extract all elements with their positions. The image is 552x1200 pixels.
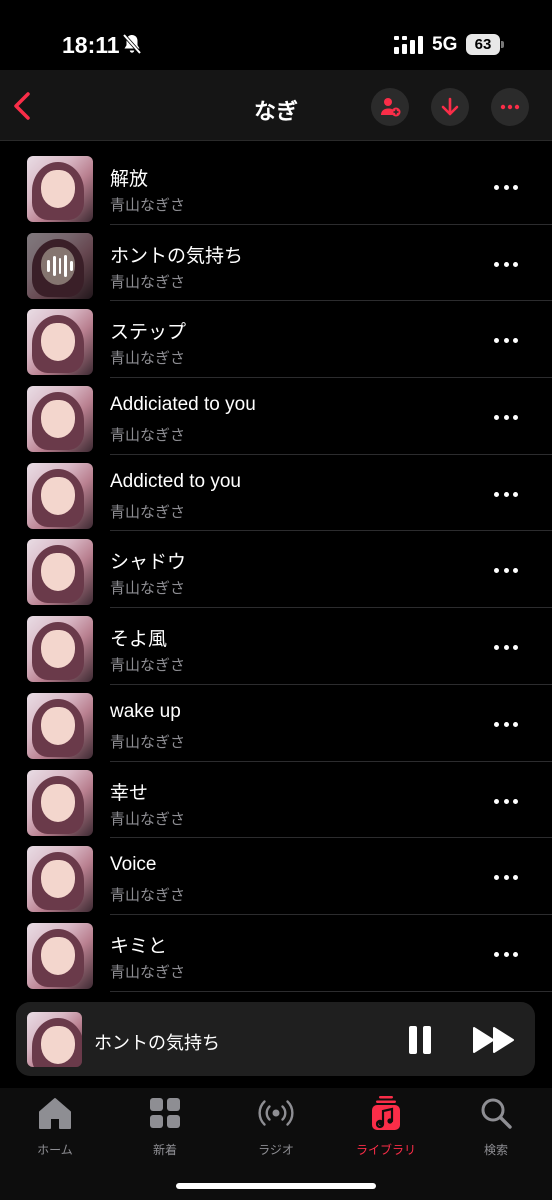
search-icon — [481, 1098, 512, 1129]
battery-icon — [501, 41, 504, 48]
song-artist: 青山なぎさ — [110, 963, 186, 981]
home-icon — [39, 1098, 71, 1129]
song-row[interactable]: wake up 青山なぎさ — [0, 685, 552, 762]
song-artist: 青山なぎさ — [110, 273, 186, 291]
album-artwork — [27, 462, 93, 529]
album-artwork — [27, 386, 93, 453]
song-title: Addicted to you — [110, 470, 241, 492]
tab-home[interactable]: ホーム — [5, 1094, 105, 1158]
song-artist: 青山なぎさ — [110, 887, 186, 905]
song-artist: 青山なぎさ — [110, 733, 186, 751]
song-more-icon[interactable] — [494, 338, 518, 344]
network-type: 5G — [432, 34, 458, 55]
song-title: ホントの気持ち — [110, 245, 244, 267]
tab-library[interactable]: ライブラリ — [336, 1094, 436, 1158]
song-artist: 青山なぎさ — [110, 810, 186, 828]
download-button[interactable] — [431, 88, 469, 126]
add-person-button[interactable] — [371, 88, 409, 126]
song-more-icon[interactable] — [494, 951, 518, 958]
fast-forward-icon[interactable] — [472, 1026, 516, 1054]
song-more-icon[interactable] — [494, 798, 518, 805]
song-artist: 青山なぎさ — [110, 197, 186, 214]
song-row[interactable]: Addiciated to you 青山なぎさ — [0, 378, 552, 455]
song-row[interactable]: Addicted to you 青山なぎさ — [0, 455, 552, 532]
song-more-icon[interactable] — [494, 875, 518, 881]
album-artwork — [27, 692, 93, 759]
library-icon — [372, 1096, 400, 1130]
now-playing-artwork — [27, 1012, 82, 1067]
song-row[interactable]: Voice 青山なぎさ — [0, 838, 552, 915]
song-more-icon[interactable] — [494, 568, 518, 574]
mini-player[interactable]: ホントの気持ち — [16, 1002, 535, 1076]
song-title: 解放 — [110, 169, 149, 190]
more-options-button[interactable] — [491, 88, 529, 126]
song-row[interactable]: 解放 青山なぎさ — [0, 148, 552, 225]
tab-search[interactable]: 検索 — [446, 1094, 546, 1158]
song-artist: 青山なぎさ — [110, 503, 186, 521]
album-artwork — [27, 922, 93, 989]
song-row[interactable]: シャドウ 青山なぎさ — [0, 531, 552, 609]
song-more-icon[interactable] — [494, 645, 518, 651]
row-divider — [110, 990, 552, 992]
album-artwork — [27, 309, 93, 376]
bell-muted-icon — [122, 33, 142, 55]
cellular-signal-icon — [394, 36, 423, 54]
person-add-icon — [381, 98, 401, 117]
song-more-icon[interactable] — [494, 721, 518, 728]
battery-level: 63 — [466, 34, 500, 55]
back-chevron-icon[interactable] — [8, 88, 38, 124]
song-title: キミと — [110, 935, 168, 957]
album-artwork — [27, 156, 93, 222]
pause-icon — [409, 1026, 417, 1054]
download-arrow-icon — [441, 97, 459, 116]
song-row[interactable]: キミと 青山なぎさ — [0, 915, 552, 992]
song-more-icon[interactable] — [494, 415, 518, 421]
grid-icon — [150, 1098, 180, 1128]
song-artist: 青山なぎさ — [110, 350, 186, 368]
song-title: 幸せ — [110, 782, 149, 804]
song-more-icon[interactable] — [494, 261, 518, 268]
radio-icon — [258, 1100, 294, 1126]
now-playing-title: ホントの気持ち — [94, 1033, 220, 1053]
song-more-icon[interactable] — [494, 491, 518, 498]
ellipsis-icon — [500, 104, 520, 110]
song-row[interactable]: ステップ 青山なぎさ — [0, 301, 552, 379]
song-title: Addiciated to you — [110, 394, 256, 416]
song-title: そよ風 — [110, 629, 168, 651]
song-more-icon[interactable] — [494, 185, 518, 191]
album-artwork — [27, 846, 93, 913]
song-row[interactable]: そよ風 青山なぎさ — [0, 608, 552, 685]
page-title: なぎ — [253, 99, 298, 124]
status-time: 18:11 — [62, 32, 120, 58]
nav-header: なぎ — [0, 70, 552, 141]
song-row[interactable]: ホントの気持ち青山なぎさ — [0, 225, 552, 302]
song-row[interactable]: 幸せ 青山なぎさ — [0, 762, 552, 839]
pause-button[interactable] — [409, 1026, 433, 1054]
album-artwork — [27, 616, 93, 683]
song-artist: 青山なぎさ — [110, 657, 186, 675]
song-title: Voice — [110, 854, 157, 876]
album-artwork — [27, 539, 93, 606]
song-artist: 青山なぎさ — [110, 580, 186, 598]
tab-radio[interactable]: ラジオ — [226, 1094, 326, 1158]
home-indicator — [176, 1183, 376, 1189]
now-playing-bars-icon — [47, 254, 73, 277]
song-title: wake up — [110, 700, 181, 722]
album-artwork — [27, 232, 93, 299]
album-artwork — [27, 769, 93, 836]
song-title: シャドウ — [110, 552, 187, 574]
song-artist: 青山なぎさ — [110, 427, 186, 445]
song-list: 解放 青山なぎさ ホントの気持ち 青山なぎさ ステップ 青山なぎさ Addiciated t… — [0, 148, 552, 992]
tab-new[interactable]: 新着 — [115, 1094, 215, 1158]
song-title: ステップ — [110, 322, 187, 344]
